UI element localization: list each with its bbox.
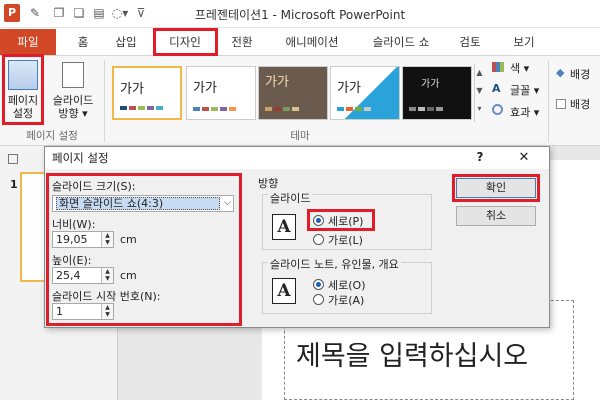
theme-sample-text: 가가	[265, 75, 289, 90]
theme-sample-text: 가가	[337, 81, 361, 96]
theme-sample-text: 가가	[120, 82, 144, 97]
orientation-label-1: 슬라이드	[52, 94, 94, 107]
orientation-label-2: 방향 ▾	[58, 107, 88, 120]
notes-landscape-label[interactable]: 가로(A)	[328, 292, 364, 308]
page-setup-group-label: 페이지 설정	[26, 130, 78, 142]
help-button[interactable]: ?	[470, 150, 490, 164]
background-styles-button[interactable]: 배경	[570, 66, 590, 82]
slides-landscape-radio[interactable]	[313, 234, 324, 245]
tab-review[interactable]: 검토	[452, 29, 488, 55]
notes-portrait-radio[interactable]	[313, 279, 324, 290]
slide-orientation-icon	[62, 62, 84, 88]
theme-fonts-button[interactable]: 글꼴 ▾	[510, 82, 539, 98]
highlight-portrait	[307, 209, 375, 231]
theme-scroll-buttons[interactable]: ▲ ▼ ▾	[474, 64, 484, 122]
theme-sample-text: 가가	[421, 79, 440, 90]
highlight-design-tab	[153, 28, 218, 56]
hide-background-label: 배경	[570, 98, 591, 111]
theme-group-label: 테마	[290, 130, 310, 142]
theme-4[interactable]: 가가	[330, 66, 400, 120]
notes-portrait-a-icon: A	[272, 278, 296, 304]
notes-landscape-radio[interactable]	[313, 294, 324, 305]
title-placeholder[interactable]: 제목을 입력하십시오	[296, 334, 528, 373]
tab-file[interactable]: 파일	[0, 29, 56, 55]
theme-office[interactable]: 가가	[112, 66, 182, 120]
effects-icon	[492, 104, 503, 115]
theme-3[interactable]: 가가	[258, 66, 328, 120]
portrait-a-icon: A	[272, 214, 296, 240]
highlight-size-fields	[46, 173, 242, 326]
close-icon[interactable]: ✕	[512, 150, 536, 165]
tab-animations[interactable]: 애니메이션	[272, 29, 352, 55]
tab-home[interactable]: 홈	[66, 29, 100, 55]
tab-slideshow[interactable]: 슬라이드 쇼	[362, 29, 440, 55]
tab-insert[interactable]: 삽입	[106, 29, 146, 55]
theme-sample-text: 가가	[193, 81, 217, 96]
ribbon-divider	[548, 60, 549, 142]
slides-group-label: 슬라이드	[268, 190, 313, 206]
highlight-ok-button	[452, 174, 540, 202]
dialog-title: 페이지 설정	[52, 151, 109, 165]
hide-background-checkbox[interactable]	[556, 99, 566, 109]
notes-portrait-label[interactable]: 세로(O)	[328, 277, 365, 293]
ribbon-divider	[104, 60, 105, 142]
background-styles-icon: ◆	[556, 66, 565, 79]
theme-2[interactable]: 가가	[186, 66, 256, 120]
slides-landscape-label[interactable]: 가로(L)	[328, 232, 363, 248]
fonts-icon: A	[492, 82, 501, 95]
tab-transitions[interactable]: 전환	[222, 29, 262, 55]
tab-view[interactable]: 보기	[504, 29, 544, 55]
theme-effects-button[interactable]: 효과 ▾	[510, 104, 539, 120]
window-title: 프레젠테이션1 - Microsoft PowerPoint	[194, 8, 406, 22]
colors-icon	[492, 62, 504, 72]
highlight-page-setup	[2, 54, 44, 125]
cancel-button[interactable]: 취소	[456, 206, 536, 226]
slide-orientation-button[interactable]: 슬라이드 방향 ▾	[48, 94, 98, 120]
orientation-heading: 방향	[258, 177, 279, 190]
theme-colors-button[interactable]: 색 ▾	[510, 60, 529, 76]
notes-group-label: 슬라이드 노트, 유인물, 개요	[268, 256, 401, 272]
theme-5[interactable]: 가가	[402, 66, 472, 120]
slide-number: 1	[10, 178, 18, 191]
pane-restore-icon[interactable]	[8, 154, 18, 164]
